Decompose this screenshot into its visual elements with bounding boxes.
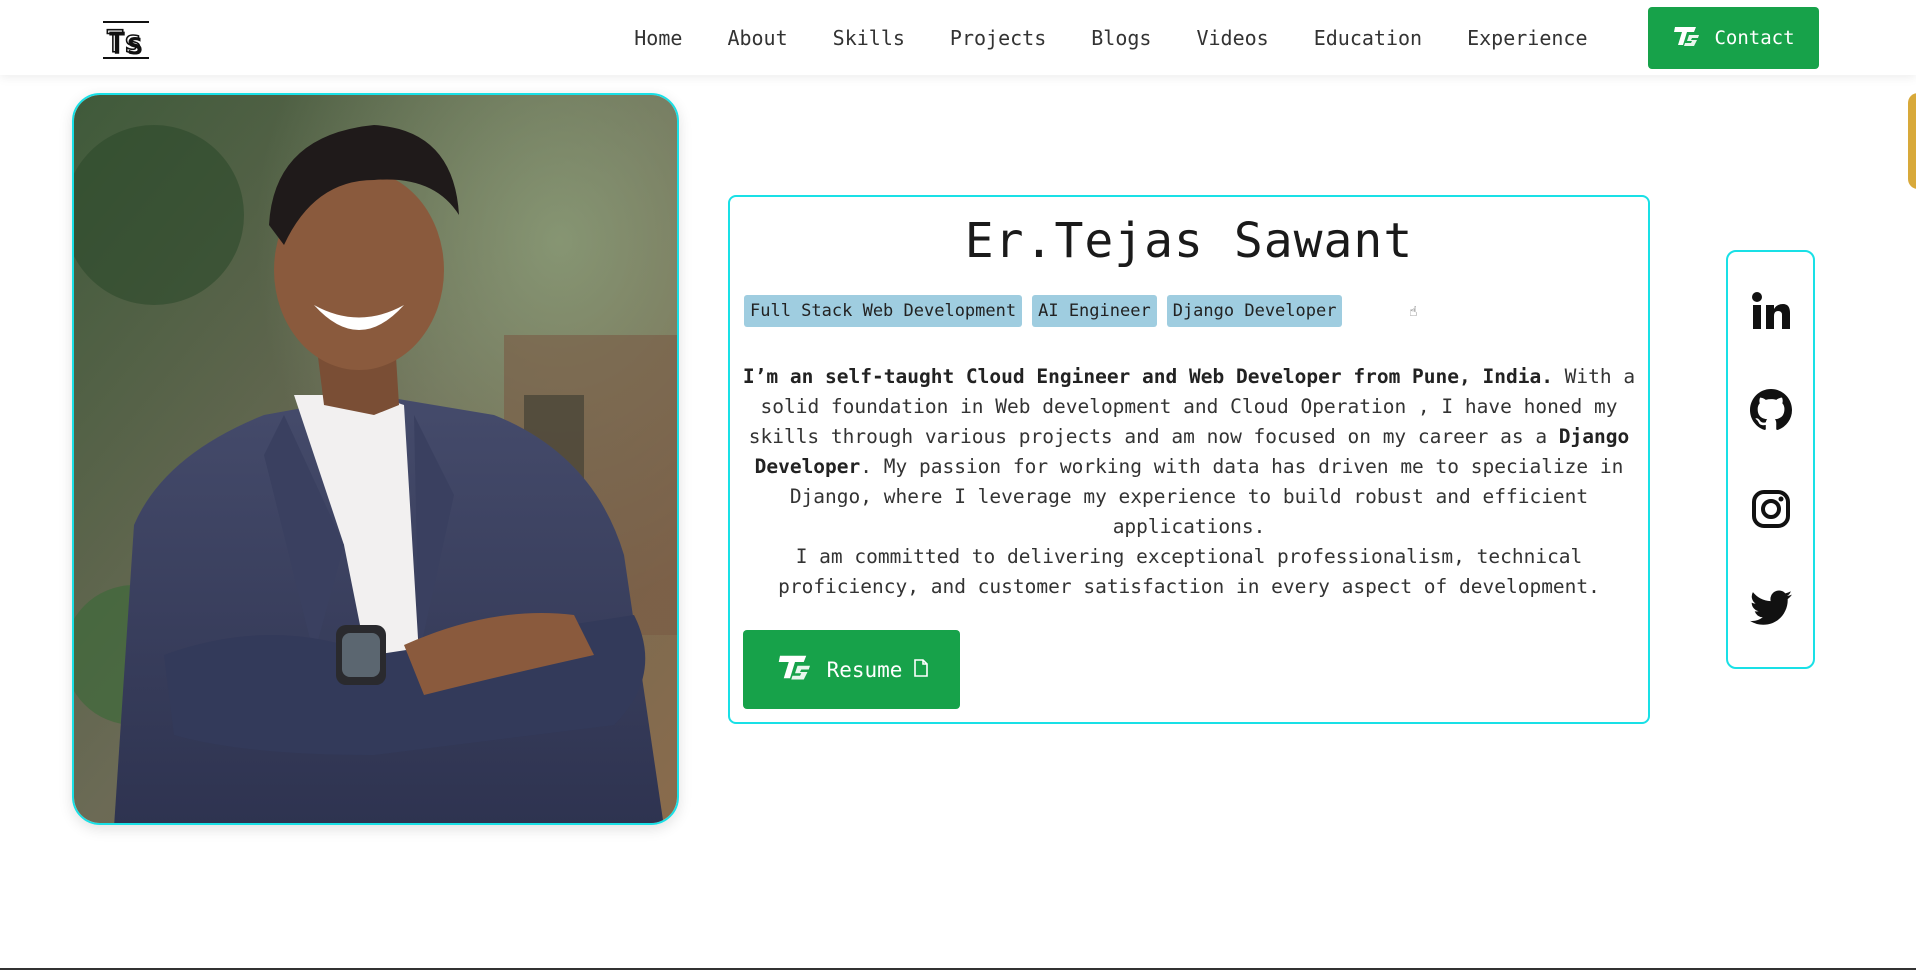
linkedin-icon[interactable] [1750, 290, 1792, 332]
cursor-icon: ☝ [1409, 304, 1418, 320]
tag-full-stack: Full Stack Web Development [744, 295, 1023, 327]
bio-part2: . My passion for working with data has d… [789, 455, 1624, 538]
nav-videos[interactable]: Videos [1174, 26, 1291, 50]
social-links [1726, 250, 1815, 669]
nav-experience[interactable]: Experience [1445, 26, 1610, 50]
instagram-icon[interactable] [1750, 488, 1792, 530]
tag-ai-engineer: AI Engineer [1032, 295, 1157, 327]
nav-about[interactable]: About [705, 26, 810, 50]
contact-label: Contact [1714, 27, 1795, 49]
role-tags: Full Stack Web Development AI Engineer D… [744, 295, 1343, 327]
github-icon[interactable] [1749, 389, 1792, 431]
bio-text: I’m an self-taught Cloud Engineer and We… [742, 362, 1636, 602]
nav-education[interactable]: Education [1291, 26, 1444, 50]
ts-logo-icon [1672, 24, 1702, 53]
tag-django-developer: Django Developer [1166, 295, 1343, 327]
navbar: Ts Ts Home About Skills Projects Blogs V… [0, 0, 1916, 75]
svg-text:Ts: Ts [108, 27, 144, 60]
nav-skills[interactable]: Skills [810, 26, 927, 50]
twitter-icon[interactable] [1749, 587, 1792, 629]
resume-label: Resume [826, 657, 903, 682]
profile-photo [72, 93, 679, 825]
nav-blogs[interactable]: Blogs [1069, 26, 1174, 50]
resume-button[interactable]: Resume [743, 630, 960, 709]
profile-name: Er.Tejas Sawant [964, 213, 1414, 269]
bio-card: Er.Tejas Sawant Full Stack Web Developme… [728, 195, 1650, 724]
nav-links: Home About Skills Projects Blogs Videos … [612, 0, 1610, 75]
nav-home[interactable]: Home [612, 26, 705, 50]
bio-part3: I am committed to delivering exceptional… [778, 545, 1600, 598]
nav-projects[interactable]: Projects [927, 26, 1068, 50]
bio-intro: I’m an self-taught Cloud Engineer and We… [742, 365, 1553, 388]
site-logo[interactable]: Ts Ts [102, 20, 150, 62]
scroll-indicator[interactable] [1908, 93, 1916, 189]
ts-logo-icon [775, 652, 815, 687]
file-icon [914, 658, 929, 682]
contact-button[interactable]: Contact [1648, 7, 1819, 69]
